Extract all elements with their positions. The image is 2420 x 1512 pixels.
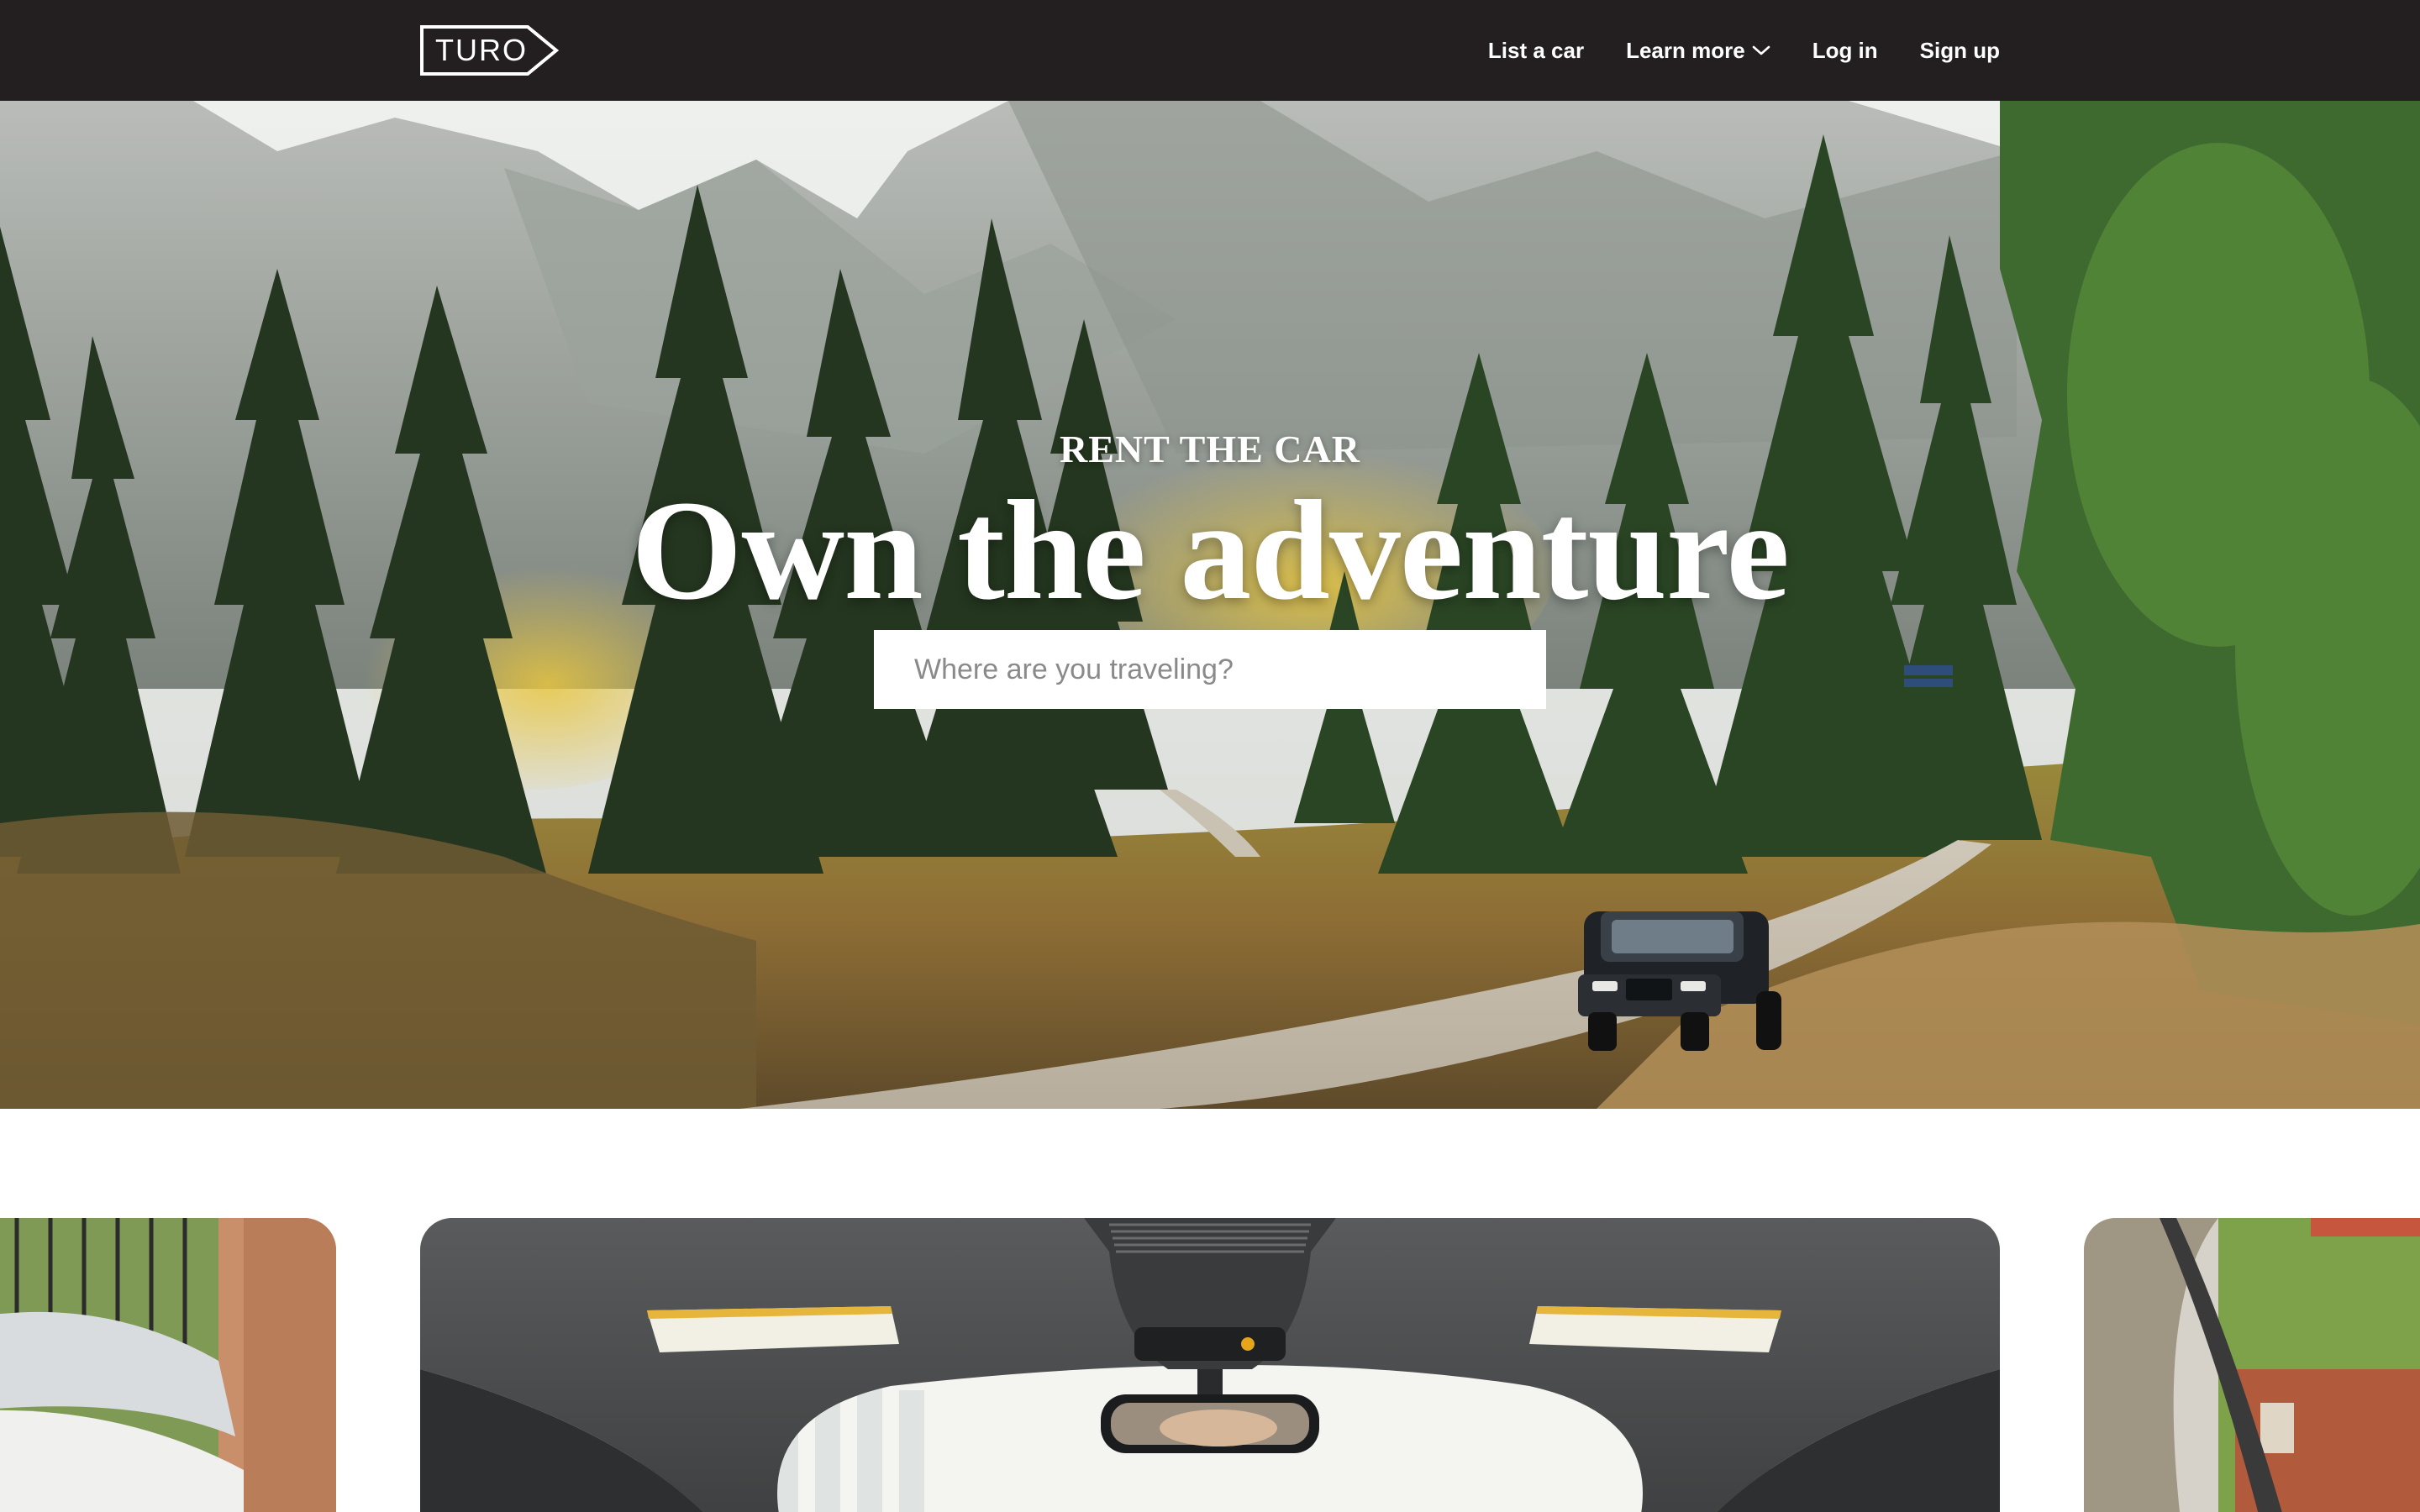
previous-card-image: [0, 1218, 336, 1512]
nav-list-a-car-label: List a car: [1487, 37, 1585, 63]
nav-sign-up-label: Sign up: [1919, 37, 2000, 63]
carousel-card-next[interactable]: [2084, 1218, 2420, 1512]
turo-logo[interactable]: TURO: [420, 25, 560, 76]
top-navbar: TURO List a car Learn more Log in Sign u…: [0, 0, 2420, 101]
car-photo-carousel: [0, 1218, 2420, 1512]
nav-links: List a car Learn more Log in Sign up: [1488, 0, 2000, 101]
nav-learn-more-label: Learn more: [1626, 37, 1745, 63]
nav-learn-more[interactable]: Learn more: [1626, 38, 1770, 64]
nav-log-in-label: Log in: [1812, 37, 1878, 63]
next-card-image: [2084, 1218, 2420, 1512]
nav-list-a-car[interactable]: List a car: [1488, 38, 1584, 64]
chevron-down-icon: [1752, 45, 1770, 55]
carousel-card-current[interactable]: [420, 1218, 2000, 1512]
hero-title: Own the adventure: [631, 471, 1790, 629]
hero-section: RENT THE CAR Own the adventure: [0, 101, 2420, 1109]
nav-log-in[interactable]: Log in: [1812, 38, 1878, 64]
hero-kicker: RENT THE CAR: [1060, 428, 1360, 470]
nav-sign-up[interactable]: Sign up: [1920, 38, 2000, 64]
current-card-image: [420, 1218, 2000, 1512]
carousel-card-previous[interactable]: [0, 1218, 336, 1512]
location-search-input[interactable]: [874, 630, 1546, 709]
logo-text: TURO: [435, 33, 528, 67]
